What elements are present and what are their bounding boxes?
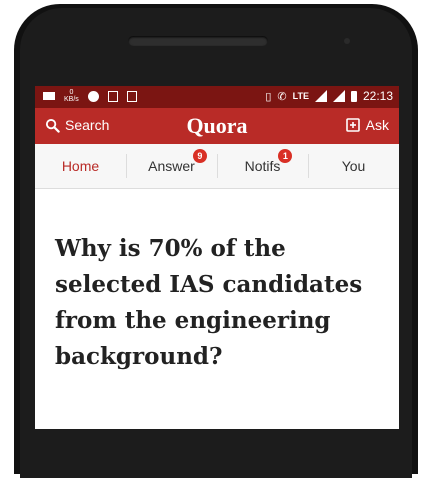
clock: 22:13 (362, 89, 393, 103)
network-type: LTE (292, 91, 309, 101)
status-bar: 0 KB/s ▯ ✆ LTE 22:13 (35, 86, 399, 108)
tab-you[interactable]: You (308, 144, 399, 188)
search-label: Search (65, 117, 110, 133)
minus-icon (43, 92, 55, 100)
notification-icons: 0 KB/s (43, 89, 137, 103)
tab-label: Notifs (244, 158, 281, 174)
system-icons: ▯ ✆ LTE 22:13 (265, 89, 393, 103)
search-icon (45, 118, 60, 133)
tab-label: Home (61, 158, 100, 174)
question-page: Why is 70% of the selected IAS candidate… (35, 189, 399, 429)
tab-answer[interactable]: Answer 9 (126, 144, 217, 188)
front-camera (344, 38, 350, 44)
gallery-icon (126, 90, 137, 102)
document-icon (107, 90, 118, 102)
ask-button[interactable]: Ask (345, 117, 389, 133)
net-speed-value: 0 (69, 89, 74, 96)
app-notification-icon (87, 90, 99, 102)
tab-home[interactable]: Home (35, 144, 126, 188)
answer-count-badge: 9 (192, 149, 207, 163)
ask-label: Ask (365, 117, 389, 133)
signal-icon-2 (332, 90, 345, 102)
net-speed-indicator: 0 KB/s (64, 89, 79, 103)
search-button[interactable]: Search (45, 117, 109, 133)
app-header: Search Quora Ask (35, 108, 399, 144)
tab-label: Answer (148, 158, 195, 174)
tab-notifs[interactable]: Notifs 1 (217, 144, 308, 188)
ask-icon (345, 118, 360, 132)
signal-icon (314, 90, 327, 102)
vibrate-icon: ▯ (265, 90, 272, 103)
screen: 0 KB/s ▯ ✆ LTE 22:13 Search Quora Ask Ho… (35, 86, 399, 429)
notifs-count-badge: 1 (278, 149, 293, 163)
battery-icon (350, 90, 357, 102)
question-title[interactable]: Why is 70% of the selected IAS candidate… (55, 231, 385, 375)
net-speed-unit: KB/s (64, 96, 79, 103)
tab-label: You (341, 158, 366, 174)
earpiece-speaker (128, 36, 268, 46)
tab-bar: Home Answer 9 Notifs 1 You (35, 144, 399, 189)
call-icon: ✆ (277, 90, 287, 103)
